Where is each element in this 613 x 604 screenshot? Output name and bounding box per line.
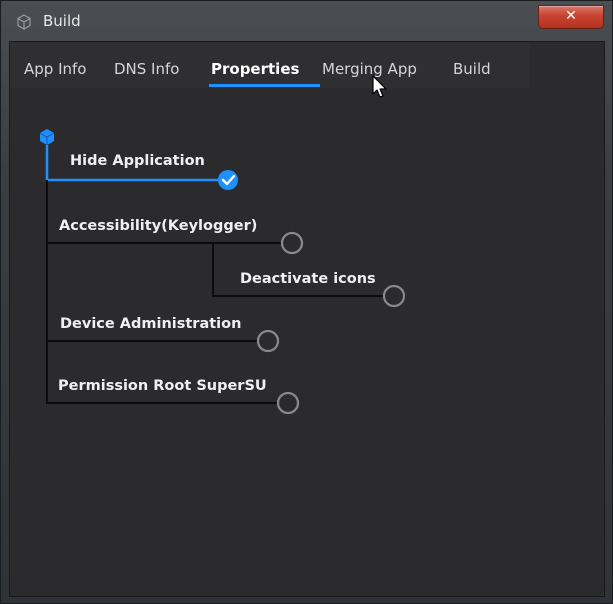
build-window: Build ✕ App Info DNS Info Properties Mer… — [0, 0, 613, 604]
mouse-cursor-icon — [372, 75, 388, 103]
device-administration-toggle[interactable] — [256, 329, 280, 353]
hide-application-check[interactable] — [218, 170, 238, 190]
option-accessibility-keylogger[interactable]: Accessibility(Keylogger) — [59, 218, 257, 234]
window-title: Build — [43, 12, 81, 30]
deactivate-icons-toggle[interactable] — [382, 284, 406, 308]
title-bar[interactable]: Build ✕ — [1, 1, 613, 43]
permission-root-toggle[interactable] — [276, 391, 300, 415]
option-permission-root-supersu[interactable]: Permission Root SuperSU — [58, 378, 267, 394]
option-device-administration[interactable]: Device Administration — [60, 316, 241, 332]
close-button[interactable]: ✕ — [538, 5, 604, 29]
properties-tree: Hide Application Accessibility(Keylogger… — [10, 42, 606, 598]
accessibility-toggle[interactable] — [280, 231, 304, 255]
cube-icon — [39, 129, 55, 145]
option-hide-application[interactable]: Hide Application — [70, 153, 205, 169]
window-content: App Info DNS Info Properties Merging App… — [9, 41, 605, 597]
cube-icon — [16, 14, 32, 30]
option-deactivate-icons[interactable]: Deactivate icons — [240, 271, 376, 287]
